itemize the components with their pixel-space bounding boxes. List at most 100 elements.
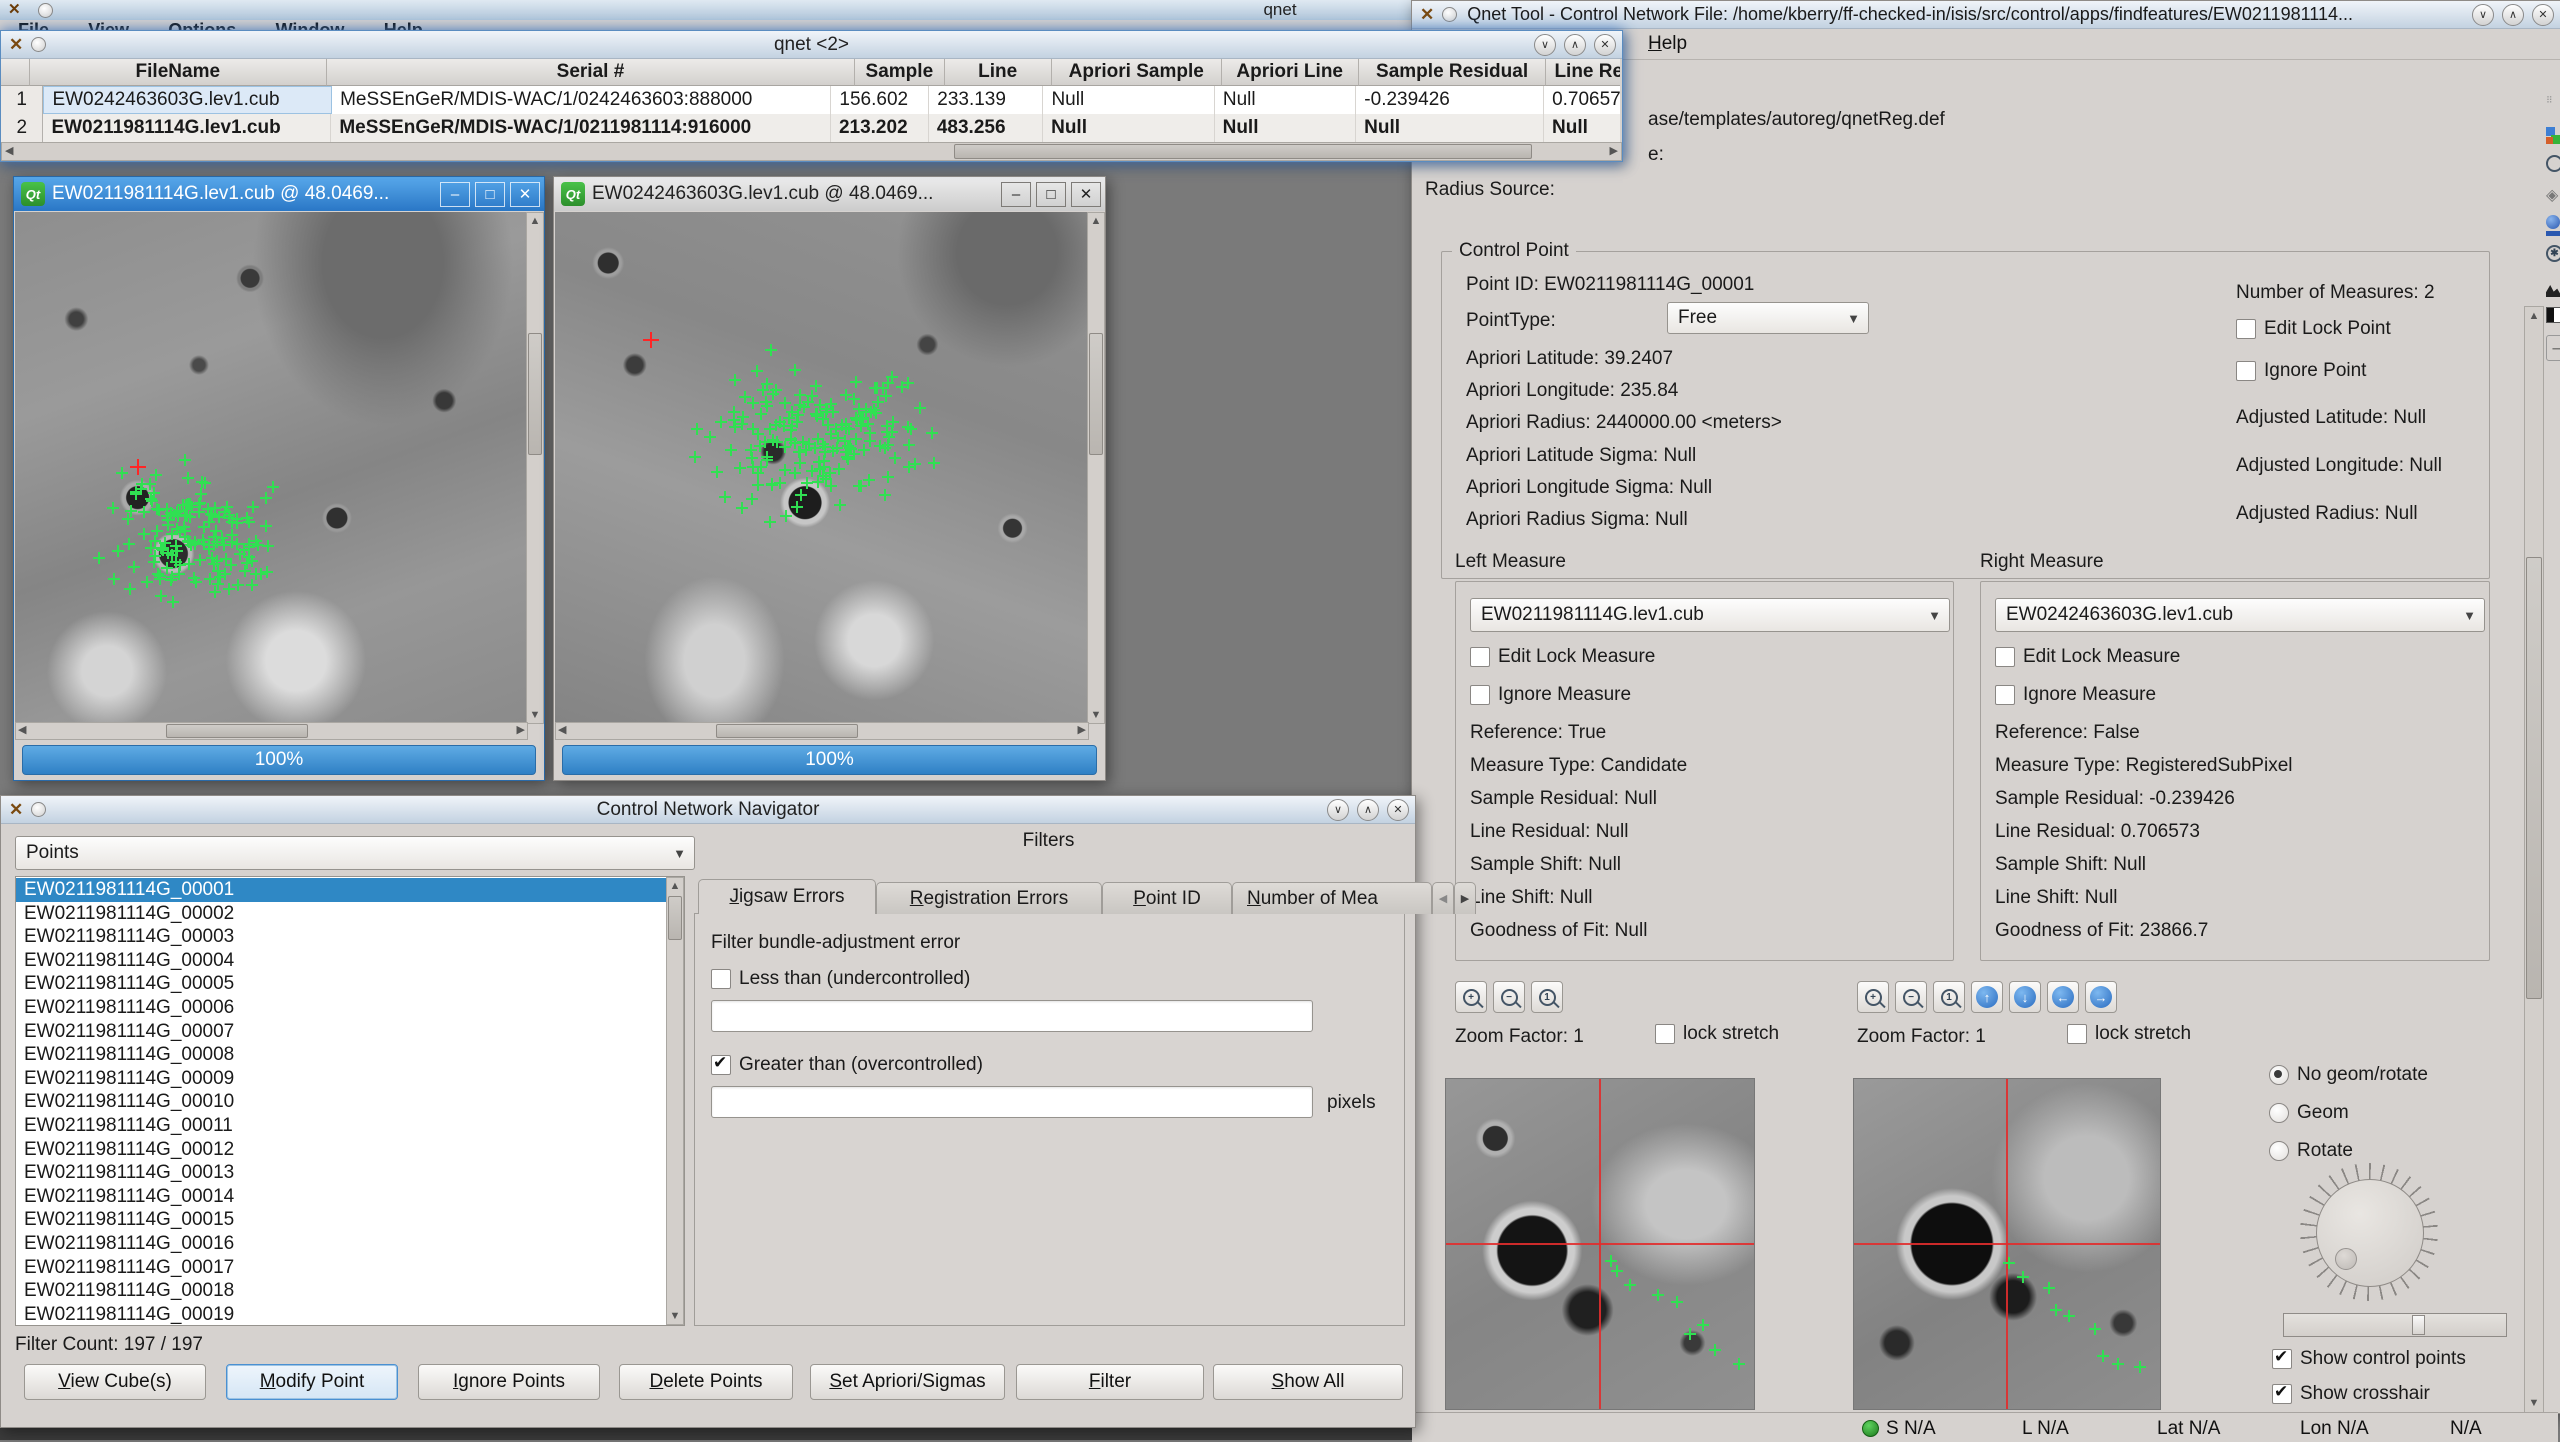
control-point-marker-icon[interactable] [123, 538, 135, 550]
control-point-marker-icon[interactable] [871, 382, 883, 394]
scroll-up-icon[interactable]: ▲ [667, 878, 683, 894]
control-point-marker-icon[interactable] [150, 469, 162, 481]
blackwhite-tool-icon[interactable] [2546, 305, 2560, 329]
control-point-marker-icon[interactable] [909, 458, 921, 470]
rotate-radio[interactable] [2269, 1141, 2289, 1161]
control-point-marker-icon[interactable] [225, 559, 237, 571]
cell-apriori-line[interactable]: Null [1215, 114, 1357, 142]
control-point-marker-icon[interactable] [751, 365, 763, 377]
scroll-left-icon[interactable]: ◀ [558, 723, 566, 736]
cell-serial[interactable]: MeSSEnGeR/MDIS-WAC/1/0211981114:916000 [331, 114, 831, 142]
cell-line-residual[interactable]: 0.706573 [1544, 86, 1620, 114]
control-point-marker-icon[interactable] [182, 472, 194, 484]
control-point-marker-icon[interactable] [715, 416, 727, 428]
control-point-marker-icon[interactable] [872, 396, 884, 408]
cell-serial[interactable]: MeSSEnGeR/MDIS-WAC/1/0242463603:888000 [332, 86, 831, 114]
scroll-right-icon[interactable]: ▶ [1610, 144, 1618, 157]
dial-handle[interactable] [2335, 1248, 2357, 1270]
viewer-left-titlebar[interactable]: Qt EW0211981114G.lev1.cub @ 48.0469... –… [14, 177, 544, 211]
table-row[interactable]: 1 EW0242463603G.lev1.cub MeSSEnGeR/MDIS-… [1, 86, 1620, 114]
cell-apriori-sample[interactable]: Null [1043, 114, 1215, 142]
control-point-marker-icon[interactable] [729, 374, 741, 386]
list-item[interactable]: EW0211981114G_00013 [24, 1161, 684, 1185]
list-item[interactable]: EW0211981114G_00018 [24, 1279, 684, 1303]
list-item[interactable]: EW0211981114G_00003 [24, 925, 684, 949]
control-point-marker-icon[interactable] [764, 516, 776, 528]
col-apriori-sample[interactable]: Apriori Sample [1052, 59, 1222, 86]
move-left-icon[interactable]: ← [2047, 981, 2079, 1013]
control-point-marker-icon[interactable] [243, 551, 255, 563]
control-point-marker-icon[interactable] [739, 391, 751, 403]
list-mode-select[interactable]: Points▼ [15, 836, 695, 870]
control-point-marker-icon[interactable] [128, 561, 140, 573]
col-rownum[interactable] [1, 59, 30, 86]
points-list[interactable]: EW0211981114G_00001 EW0211981114G_00002 … [15, 876, 685, 1326]
cell-sample-residual[interactable]: Null [1356, 114, 1544, 142]
control-point-marker-icon[interactable] [179, 454, 191, 466]
control-point-marker-icon[interactable] [928, 457, 940, 469]
control-point-marker-icon[interactable] [879, 442, 891, 454]
minimize-icon[interactable]: ∨ [1327, 799, 1349, 821]
minimize-icon[interactable]: – [1001, 182, 1031, 207]
viewer-left-hscrollbar[interactable]: ◀ ▶ [15, 722, 528, 740]
scroll-down-icon[interactable]: ▼ [527, 707, 543, 723]
control-point-marker-icon[interactable] [691, 423, 703, 435]
scrollbar-thumb[interactable] [166, 724, 308, 738]
control-point-marker-icon[interactable] [196, 476, 208, 488]
no-geom-rotate-radio[interactable] [2269, 1065, 2289, 1085]
control-point-marker-icon[interactable] [802, 396, 814, 408]
cell-apriori-line[interactable]: Null [1215, 86, 1356, 114]
control-point-marker-icon[interactable] [174, 526, 186, 538]
zoom-in-icon[interactable]: + [1857, 981, 1889, 1013]
control-point-marker-icon[interactable] [171, 545, 183, 557]
control-point-marker-icon[interactable] [855, 480, 867, 492]
control-point-marker-icon[interactable] [840, 422, 852, 434]
control-point-marker-icon[interactable] [834, 499, 846, 511]
navigator-titlebar[interactable]: ✕ Control Network Navigator ∨ ∧ ✕ [1, 796, 1415, 824]
selected-point-marker-icon[interactable] [130, 459, 146, 475]
control-point-marker-icon[interactable] [212, 565, 224, 577]
zoom-1to1-icon[interactable]: 1 [1933, 981, 1965, 1013]
left-ignore-measure-checkbox[interactable] [1470, 685, 1490, 705]
list-item[interactable]: EW0211981114G_00016 [24, 1232, 684, 1256]
control-point-marker-icon[interactable] [882, 471, 894, 483]
list-item[interactable]: EW0211981114G_00012 [24, 1138, 684, 1162]
maximize-icon[interactable]: ∧ [1357, 799, 1379, 821]
advanced-track-tool-icon[interactable]: → [2546, 335, 2560, 361]
control-point-marker-icon[interactable] [704, 431, 716, 443]
list-item[interactable]: EW0211981114G_00006 [24, 996, 684, 1020]
col-serial[interactable]: Serial # [327, 59, 855, 86]
control-point-marker-icon[interactable] [926, 427, 938, 439]
scrollbar-thumb[interactable] [954, 144, 1532, 159]
zoom-1to1-icon[interactable]: 1 [1531, 981, 1563, 1013]
qnet-tool-vertical-scrollbar[interactable]: ▲ ▼ [2524, 306, 2544, 1413]
control-point-marker-icon[interactable] [138, 528, 150, 540]
control-point-marker-icon[interactable] [771, 436, 783, 448]
list-item[interactable]: EW0211981114G_00015 [24, 1208, 684, 1232]
list-item[interactable]: EW0211981114G_00009 [24, 1067, 684, 1091]
control-point-marker-icon[interactable] [747, 461, 759, 473]
filter-button[interactable]: Filter [1016, 1364, 1204, 1400]
cell-sample[interactable]: 213.202 [831, 114, 929, 142]
right-lock-stretch-checkbox[interactable] [2067, 1024, 2087, 1044]
control-point-marker-icon[interactable] [155, 590, 167, 602]
scroll-down-icon[interactable]: ▼ [667, 1308, 683, 1324]
control-point-marker-icon[interactable] [190, 576, 202, 588]
set-apriori-sigmas-button[interactable]: Set Apriori/Sigmas [810, 1364, 1005, 1400]
maximize-icon[interactable]: ∧ [2502, 4, 2524, 26]
control-point-marker-icon[interactable] [902, 377, 914, 389]
control-point-marker-icon[interactable] [783, 412, 795, 424]
list-item[interactable]: EW0211981114G_00004 [24, 949, 684, 973]
list-item[interactable]: EW0211981114G_00001 [16, 878, 684, 902]
col-sample-residual[interactable]: Sample Residual [1359, 59, 1547, 86]
list-item[interactable]: EW0211981114G_00008 [24, 1043, 684, 1067]
col-apriori-line[interactable]: Apriori Line [1222, 59, 1359, 86]
control-point-marker-icon[interactable] [223, 583, 235, 595]
cubes-icon[interactable] [2546, 125, 2560, 149]
qnet2-hscrollbar[interactable]: ◀ ▶ [1, 142, 1622, 161]
scroll-right-icon[interactable]: ▶ [1078, 723, 1086, 736]
control-point-marker-icon[interactable] [819, 441, 831, 453]
scroll-up-icon[interactable]: ▲ [1088, 213, 1104, 229]
control-point-marker-icon[interactable] [729, 421, 741, 433]
control-point-marker-icon[interactable] [141, 576, 153, 588]
